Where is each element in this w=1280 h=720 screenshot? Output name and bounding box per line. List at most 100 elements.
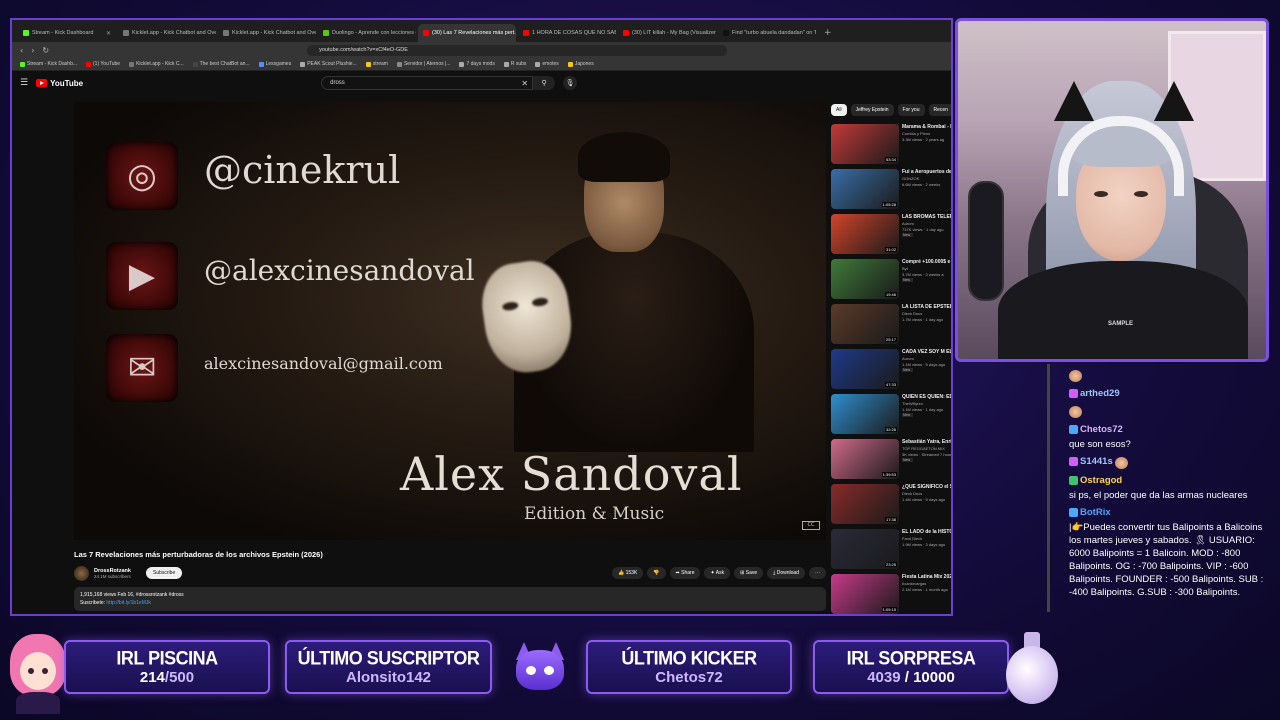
video-thumbnail[interactable]: 53:34 [831, 124, 899, 164]
video-channel[interactable]: Dleck Docs [902, 491, 951, 496]
video-channel[interactable]: Aurom [902, 221, 951, 226]
video-title[interactable]: Marama & Rombai - Enganchados Cumbi... [902, 124, 951, 130]
bookmark-item[interactable]: Stream - Kick Dashb... [20, 61, 77, 67]
video-channel[interactable]: TheWillyrex [902, 401, 951, 406]
bookmark-item[interactable]: emotes [535, 61, 559, 67]
video-thumbnail[interactable]: 32:26 [831, 394, 899, 434]
new-tab-icon[interactable]: + [818, 24, 838, 42]
browser-tab[interactable]: Kicklet.app - Kick Chatbot and Overl...✕ [118, 24, 216, 42]
video-thumbnail[interactable]: 1:05:15 [831, 574, 899, 614]
chat-username[interactable]: S1441s [1069, 455, 1113, 468]
video-thumbnail[interactable]: 25:17 [831, 304, 899, 344]
chat-username[interactable]: arthed29 [1069, 387, 1120, 400]
video-title[interactable]: EL LADO de la HISTORIA que NADIE CONTÓ |… [902, 529, 951, 535]
filter-chip[interactable]: Recen [928, 104, 951, 116]
recommended-video[interactable]: 1:05:28 Fui a Aeropuertos de... GONZOK 6… [831, 169, 951, 214]
scrollbar[interactable] [1047, 364, 1050, 612]
browser-tab[interactable]: Kicklet.app - Kick Chatbot and Overl...✕ [218, 24, 316, 42]
recommended-video[interactable]: 47:33 CADA VEZ SOY M EL NUEVO AMONG U...… [831, 349, 951, 394]
clear-search-icon[interactable]: ✕ [521, 79, 528, 88]
video-thumbnail[interactable]: 31:02 [831, 214, 899, 254]
video-thumbnail[interactable]: 47:33 [831, 349, 899, 389]
video-channel[interactable]: GONZOK [902, 176, 951, 181]
video-title[interactable]: LA LISTA DE EPSTEIN están y por qué NAD.… [902, 304, 951, 310]
video-channel[interactable]: Dleck Docs [902, 311, 951, 316]
dislike-button[interactable]: 👎 [647, 567, 666, 579]
back-icon[interactable]: ‹ [20, 46, 23, 55]
like-button[interactable]: 👍 153K [612, 567, 644, 579]
channel-avatar[interactable] [74, 565, 89, 581]
video-channel[interactable]: Byt [902, 266, 951, 271]
bookmark-item[interactable]: PEAK Scout Plushie... [300, 61, 357, 67]
recommended-video[interactable]: 1:05:15 Fiesta Latina Mix 2025 🎉 | Hora … [831, 574, 951, 614]
download-button[interactable]: ⤓ Download [767, 567, 805, 579]
browser-tab[interactable]: Stream - Kick Dashboard ✕ [18, 24, 116, 42]
chat-username[interactable]: Chetos72 [1069, 423, 1123, 436]
video-channel[interactable]: ricardovargas [902, 581, 951, 586]
video-thumbnail[interactable]: 19:46 [831, 259, 899, 299]
video-thumbnail[interactable]: 17:38 [831, 484, 899, 524]
browser-tab[interactable]: Find "turbo abuela dandadan" on Tik...✕ [718, 24, 816, 42]
video-meta: 1.7M views · 1 day ago [902, 317, 944, 322]
video-title[interactable]: ¿QUÉ SIGNIFICÓ el SUPER BOWL de BAD BUNN… [902, 484, 951, 490]
microphone-icon[interactable]: 🎙 [563, 76, 578, 90]
video-player[interactable]: ◎ @cinekrul ▶ @alexcinesandoval ✉ alexci… [74, 102, 826, 540]
browser-tab[interactable]: 1 HORA DE COSAS QUE NO SABÍAS✕ [518, 24, 616, 42]
video-channel[interactable]: Aurom [902, 356, 951, 361]
url-field[interactable]: youtube.com/watch?v=xCf4eO-GDE [307, 44, 728, 56]
search-input[interactable]: dross ✕ [321, 76, 534, 90]
video-description[interactable]: 1,915,168 views Feb 16, #drossrotzank #d… [74, 587, 826, 611]
bookmark-item[interactable]: Kicklet.app - Kick C... [129, 61, 184, 67]
video-title[interactable]: Fui a Aeropuertos de... [902, 169, 951, 175]
recommended-video[interactable]: 23:25 EL LADO de la HISTORIA que NADIE C… [831, 529, 951, 574]
youtube-logo[interactable]: YouTube [36, 79, 83, 88]
filter-chip[interactable]: For you [897, 104, 925, 116]
video-thumbnail[interactable]: 1:39:53 [831, 439, 899, 479]
bookmark-item[interactable]: Lessgames [258, 61, 291, 67]
bookmark-item[interactable]: Servidor | Aternos |... [396, 61, 450, 67]
ask-button[interactable]: ✦ Ask [704, 567, 731, 579]
chat-username[interactable]: Ostragod [1069, 474, 1122, 487]
bookmark-item[interactable]: 7 days mods [459, 61, 495, 67]
menu-icon[interactable]: ☰ [20, 78, 28, 88]
video-channel[interactable]: Cumbia y Pleno [902, 131, 951, 136]
video-thumbnail[interactable]: 1:05:28 [831, 169, 899, 209]
search-icon[interactable]: ⚲ [533, 76, 556, 90]
more-actions-icon[interactable]: ⋯ [809, 567, 826, 579]
bookmark-item[interactable]: (1) YouTube [86, 61, 120, 67]
filter-chip[interactable]: Jeffrey Epstein [850, 104, 894, 116]
bookmark-item[interactable]: R subs [503, 61, 526, 67]
recommended-video[interactable]: 32:26 QUIÉN ES QUIÉN: EDICIÓN FAMOSOS Th… [831, 394, 951, 439]
video-title[interactable]: QUIÉN ES QUIÉN: EDICIÓN FAMOSOS [902, 394, 951, 400]
video-title[interactable]: Sebastián Yatra, Enrique Iglesias, Manue… [902, 439, 951, 445]
bookmark-item[interactable]: Japones [567, 61, 594, 67]
reload-icon[interactable]: ↻ [42, 46, 49, 55]
subscribe-button[interactable]: Subscribe [145, 567, 183, 579]
video-title[interactable]: Compré +100.000$ e Misteriosas de País..… [902, 259, 951, 265]
recommended-video[interactable]: 1:39:53 Sebastián Yatra, Enrique Iglesia… [831, 439, 951, 484]
close-tab-icon[interactable]: ✕ [106, 30, 111, 37]
video-title[interactable]: Fiesta Latina Mix 2025 🎉 | Hora Loca 🎊 |… [902, 574, 951, 580]
save-button[interactable]: ⊞ Save [734, 567, 764, 579]
video-thumbnail[interactable]: 23:25 [831, 529, 899, 569]
browser-tab[interactable]: (30) Las 7 Revelaciones más pert...✕ [418, 24, 516, 42]
video-title[interactable]: CADA VEZ SOY M EL NUEVO AMONG U... [902, 349, 951, 355]
browser-tab[interactable]: Duolingo - Aprende con lecciones d...✕ [318, 24, 416, 42]
chat-username[interactable]: BotRix [1069, 506, 1111, 519]
recommended-video[interactable]: 19:46 Compré +100.000$ e Misteriosas de … [831, 259, 951, 304]
filter-chip[interactable]: All [831, 104, 847, 116]
bookmark-item[interactable]: stream [365, 61, 388, 67]
cc-icon[interactable]: CC [802, 521, 820, 530]
recommended-video[interactable]: 17:38 ¿QUÉ SIGNIFICÓ el SUPER BOWL de BA… [831, 484, 951, 529]
recommended-video[interactable]: 25:17 LA LISTA DE EPSTEIN están y por qu… [831, 304, 951, 349]
forward-icon[interactable]: › [31, 46, 34, 55]
video-title[interactable]: LAS BROMAS TELEFÓNICAS VUEL... [902, 214, 951, 220]
video-channel[interactable]: TOP REGGAETON MIX [902, 446, 951, 451]
recommended-video[interactable]: 31:02 LAS BROMAS TELEFÓNICAS VUEL... Aur… [831, 214, 951, 259]
recommended-video[interactable]: 53:34 Marama & Rombai - Enganchados Cumb… [831, 124, 951, 169]
browser-tab[interactable]: (30) LIT killah - My Bag (Visualizer)✕ [618, 24, 716, 42]
share-button[interactable]: ➦ Share [669, 567, 701, 579]
description-link[interactable]: http://bit.ly/1b1eMJk [106, 600, 150, 606]
video-channel[interactable]: Fand Dleck [902, 536, 951, 541]
bookmark-item[interactable]: The best ChatBot an... [192, 61, 250, 67]
